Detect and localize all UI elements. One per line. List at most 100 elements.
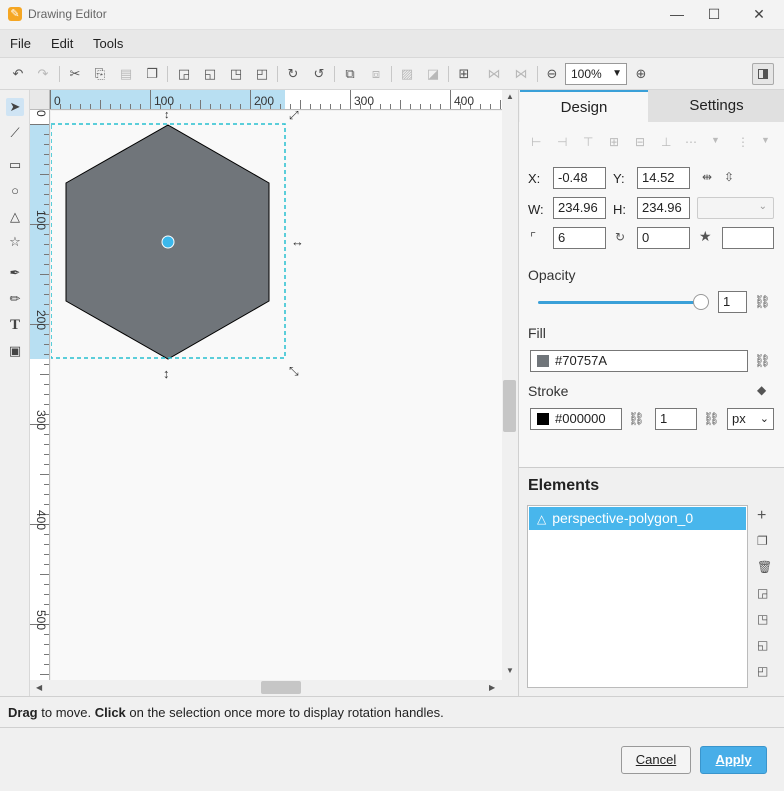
align-middle-icon[interactable]: ⊟	[635, 135, 645, 149]
backward-icon[interactable]: ◰	[757, 664, 768, 678]
align-right-icon[interactable]: ⊣	[557, 135, 567, 149]
chevron-down-icon[interactable]: ▼	[711, 135, 720, 145]
resize-bottom-handle[interactable]: ↕	[163, 366, 170, 381]
group-icon[interactable]: ⧉	[341, 65, 359, 83]
constraint-select[interactable]: ⌄	[697, 197, 774, 219]
fill-field[interactable]: #70757A	[530, 350, 748, 372]
scroll-left-icon[interactable]: ◀	[36, 683, 42, 692]
list-item[interactable]: △ perspective-polygon_0	[529, 507, 746, 530]
line-tool-icon[interactable]: ⟋	[6, 124, 24, 142]
image-icon[interactable]: ▨	[398, 65, 416, 83]
align-center-icon[interactable]: ⊞	[609, 135, 619, 149]
flip-vertical-icon[interactable]: ⇳	[724, 170, 734, 184]
backward-icon[interactable]: ◰	[253, 65, 271, 83]
star-tool-icon[interactable]: ☆	[6, 233, 24, 251]
apply-button[interactable]: Apply	[700, 746, 767, 774]
maximize-button[interactable]: ☐	[699, 4, 729, 24]
zoom-select[interactable]: 100% ▼	[565, 63, 627, 85]
flip-horizontal-icon[interactable]: ⇹	[702, 170, 712, 184]
send-back-icon[interactable]: ◱	[757, 638, 768, 652]
align-left-icon[interactable]: ⋈	[485, 65, 503, 83]
select-tool-icon[interactable]: ➤	[6, 98, 24, 116]
center-handle[interactable]	[161, 235, 175, 249]
star-field[interactable]	[722, 227, 774, 249]
tab-settings[interactable]: Settings	[648, 90, 784, 122]
align-left-icon[interactable]: ⊢	[531, 135, 541, 149]
align-right-icon[interactable]: ⋈	[512, 65, 530, 83]
text-tool-icon[interactable]: T	[6, 316, 24, 334]
bring-front-icon[interactable]: ◲	[175, 65, 193, 83]
rotate-cw-icon[interactable]: ↻	[284, 65, 302, 83]
redo-icon[interactable]: ↷	[34, 65, 52, 83]
y-field[interactable]: 14.52	[637, 167, 690, 189]
trash-icon[interactable]: 🗑	[757, 560, 772, 574]
scroll-up-icon[interactable]: ▲	[506, 92, 514, 101]
pencil-tool-icon[interactable]: ✏	[6, 290, 24, 308]
menu-edit[interactable]: Edit	[51, 36, 73, 51]
scroll-down-icon[interactable]: ▼	[506, 666, 514, 675]
elements-list[interactable]: △ perspective-polygon_0	[527, 505, 748, 688]
link-icon[interactable]: ⛓	[754, 294, 771, 310]
align-top-icon[interactable]: ⊤	[583, 135, 593, 149]
x-field[interactable]: -0.48	[553, 167, 606, 189]
h-label: H:	[613, 202, 626, 217]
polygon-tool-icon[interactable]: △	[6, 208, 24, 226]
copy-icon[interactable]: ❐	[143, 65, 161, 83]
h-field[interactable]: 234.96	[637, 197, 690, 219]
add-icon[interactable]: +	[757, 507, 766, 525]
rect-tool-icon[interactable]: ▭	[6, 156, 24, 174]
resize-bottomright-handle[interactable]: ⤡	[289, 364, 299, 378]
ungroup-icon[interactable]: ⧈	[367, 65, 385, 83]
align-bottom-icon[interactable]: ⊥	[661, 135, 671, 149]
scroll-right-icon[interactable]: ▶	[489, 683, 495, 692]
resize-right-handle[interactable]: ↔	[291, 234, 304, 249]
crop-icon[interactable]: ◪	[424, 65, 442, 83]
stroke-width-field[interactable]: 1	[655, 408, 697, 430]
distribute-h-icon[interactable]: ⋯	[685, 135, 697, 149]
clipboard-icon[interactable]: ▤	[117, 65, 135, 83]
link-icon[interactable]: ⛓	[754, 353, 771, 369]
link-icon[interactable]: ⛓	[703, 411, 720, 427]
forward-icon[interactable]: ◳	[227, 65, 245, 83]
resize-top-handle[interactable]: ↕	[164, 111, 170, 121]
drawing-canvas[interactable]: ↕ ↕ ↔ ⤢ ⤡	[51, 111, 502, 680]
rotation-field[interactable]: 0	[637, 227, 690, 249]
w-field[interactable]: 234.96	[553, 197, 606, 219]
minimize-button[interactable]: —	[662, 4, 692, 24]
cut-icon[interactable]: ✂	[66, 65, 84, 83]
opacity-field[interactable]: 1	[718, 291, 747, 313]
tab-design[interactable]: Design	[520, 90, 648, 122]
horizontal-scrollbar[interactable]: ◀ ▶	[30, 680, 502, 696]
duplicate-icon[interactable]: ❐	[757, 534, 768, 548]
cancel-button[interactable]: Cancel	[621, 746, 691, 774]
menu-tools[interactable]: Tools	[93, 36, 123, 51]
opacity-slider-track[interactable]	[538, 301, 701, 304]
paste-icon[interactable]: ⎘	[91, 65, 109, 83]
vertical-scrollbar[interactable]: ▲ ▼	[502, 90, 518, 680]
corner-radius-field[interactable]: 6	[553, 227, 606, 249]
zoom-out-icon[interactable]: ⊖	[543, 65, 561, 83]
close-button[interactable]: ✕	[744, 4, 774, 24]
zoom-in-icon[interactable]: ⊕	[632, 65, 650, 83]
panel-toggle-icon[interactable]	[752, 63, 774, 85]
resize-topright-handle[interactable]: ⤢	[288, 111, 299, 122]
image-tool-icon[interactable]: ▣	[6, 342, 24, 360]
distribute-icon[interactable]: ⊞	[455, 65, 473, 83]
link-icon[interactable]: ⛓	[628, 411, 645, 427]
forward-icon[interactable]: ◳	[757, 612, 768, 626]
stroke-field[interactable]: #000000	[530, 408, 622, 430]
ellipse-tool-icon[interactable]: ○	[6, 182, 24, 200]
menu-file[interactable]: File	[10, 36, 31, 51]
eraser-icon[interactable]: ◆	[757, 383, 766, 397]
vertical-scroll-thumb[interactable]	[503, 380, 516, 432]
pen-tool-icon[interactable]: ✒	[6, 264, 24, 282]
stroke-unit-select[interactable]: px ⌄	[727, 408, 774, 430]
distribute-v-icon[interactable]: ⋮	[737, 135, 749, 149]
horizontal-scroll-thumb[interactable]	[261, 681, 301, 694]
rotate-ccw-icon[interactable]: ↺	[310, 65, 328, 83]
undo-icon[interactable]: ↶	[9, 65, 27, 83]
chevron-down-icon[interactable]: ▼	[761, 135, 770, 145]
send-back-icon[interactable]: ◱	[201, 65, 219, 83]
opacity-slider-thumb[interactable]	[693, 294, 709, 310]
bring-front-icon[interactable]: ◲	[757, 586, 768, 600]
